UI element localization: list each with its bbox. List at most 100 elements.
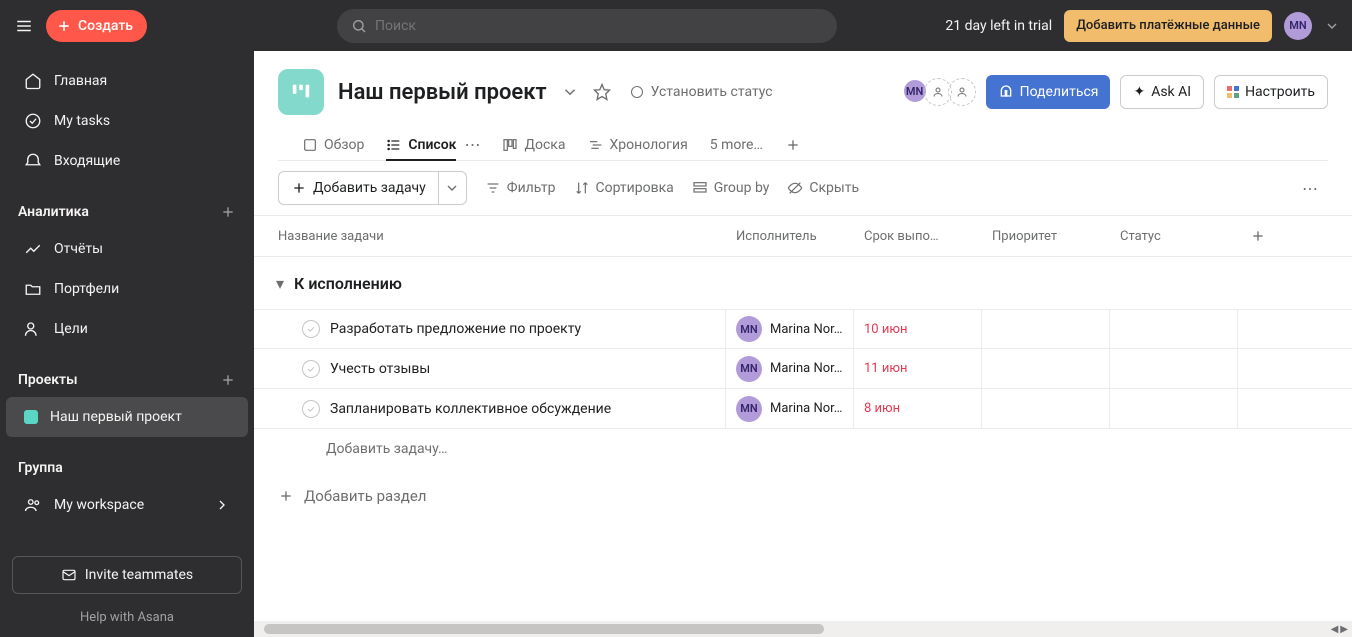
main-content: Наш первый проект Установить статус MN [254,51,1352,637]
add-billing-button[interactable]: Добавить платёжные данные [1064,10,1272,42]
assignee-avatar: MN [736,396,762,422]
group-button[interactable]: Group by [692,180,770,196]
chevron-right-icon [214,497,230,513]
set-status-button[interactable]: Установить статус [631,84,773,100]
hide-label: Скрыть [809,180,859,196]
assignee-name[interactable]: Marina Nor… [770,322,842,337]
plus-icon[interactable] [220,372,236,388]
add-section-button[interactable]: Добавить раздел [254,469,1352,523]
sidebar-item-goals[interactable]: Цели [6,309,248,349]
invite-teammates-button[interactable]: Invite teammates [12,556,242,594]
star-icon[interactable] [593,83,611,101]
menu-icon[interactable] [12,14,36,38]
create-button[interactable]: Создать [46,10,147,42]
tab-board[interactable]: Доска [502,129,565,160]
tab-label: Список [408,137,456,153]
ask-ai-button[interactable]: ✦ Ask AI [1120,75,1204,109]
task-name[interactable]: Запланировать коллективное обсуждение [330,401,611,417]
sidebar-item-label: Главная [54,73,107,89]
caret-down-icon[interactable]: ▾ [276,274,284,293]
tab-label: Обзор [324,137,364,153]
column-header-assignee[interactable]: Исполнитель [726,229,854,244]
horizontal-scrollbar[interactable]: ◀▶ [254,621,1352,637]
customize-button[interactable]: Настроить [1214,75,1328,109]
assignee-name[interactable]: Marina Nor… [770,401,842,416]
share-button[interactable]: Поделиться [986,75,1111,109]
scroll-left-icon[interactable]: ◀ [1331,624,1339,635]
hide-button[interactable]: Скрыть [787,180,859,196]
due-date[interactable]: 8 июн [864,401,900,416]
priority-cell[interactable] [982,310,1110,348]
task-row[interactable]: Разработать предложение по проекту MN Ma… [254,309,1352,349]
assignee-avatar: MN [736,356,762,382]
search-field[interactable] [375,18,823,34]
tab-overview[interactable]: Обзор [302,129,364,160]
section-row[interactable]: ▾ К исполнению [254,257,1352,309]
section-title: К исполнению [294,274,402,293]
user-avatar[interactable]: MN [1284,12,1312,40]
due-date[interactable]: 10 июн [864,322,907,337]
sidebar-item-inbox[interactable]: Входящие [6,141,248,181]
tab-more[interactable]: 5 more… [710,129,763,160]
scrollbar-thumb[interactable] [264,624,824,634]
complete-task-icon[interactable] [302,400,320,418]
sort-label: Сортировка [596,180,674,196]
column-header-due[interactable]: Срок выпо… [854,229,982,244]
status-cell[interactable] [1110,389,1238,428]
help-link[interactable]: Help with Asana [12,610,242,625]
add-task-inline[interactable]: Добавить задачу… [254,429,1352,469]
sidebar-item-portfolios[interactable]: Портфели [6,269,248,309]
priority-cell[interactable] [982,349,1110,388]
chevron-down-icon[interactable] [561,83,579,101]
sidebar-item-label: Наш первый проект [50,409,182,425]
priority-cell[interactable] [982,389,1110,428]
sidebar-item-home[interactable]: Главная [6,61,248,101]
create-label: Создать [78,18,133,34]
add-tab-icon[interactable] [785,137,801,153]
column-header-priority[interactable]: Приоритет [982,229,1110,244]
table-header: Название задачи Исполнитель Срок выпо… П… [254,215,1352,257]
section-header-team[interactable]: Группа [0,451,254,485]
add-column-button[interactable] [1238,228,1278,244]
task-name[interactable]: Разработать предложение по проекту [330,321,581,337]
sort-button[interactable]: Сортировка [574,180,674,196]
tab-timeline[interactable]: Хронология [588,129,688,160]
tab-more-icon[interactable]: ⋯ [464,135,480,154]
project-icon [278,69,324,115]
sidebar-item-workspace[interactable]: My workspace [6,485,248,525]
group-label: Group by [714,180,770,196]
due-date[interactable]: 11 июн [864,361,907,376]
sidebar-item-project[interactable]: Наш первый проект [6,397,248,437]
share-label: Поделиться [1020,84,1099,100]
complete-task-icon[interactable] [302,360,320,378]
status-cell[interactable] [1110,310,1238,348]
filter-button[interactable]: Фильтр [485,180,556,196]
add-section-label: Добавить раздел [304,487,426,505]
add-task-button[interactable]: Добавить задачу [278,171,467,205]
sidebar-item-reports[interactable]: Отчёты [6,229,248,269]
column-header-status[interactable]: Статус [1110,229,1238,244]
task-row[interactable]: Учесть отзывы MN Marina Nor… 11 июн [254,349,1352,389]
tab-list[interactable]: Список [386,129,456,160]
toolbar-more-icon[interactable]: ⋯ [1302,179,1328,198]
assignee-name[interactable]: Marina Nor… [770,361,842,376]
sidebar-item-label: My workspace [54,497,144,513]
status-cell[interactable] [1110,349,1238,388]
task-row[interactable]: Запланировать коллективное обсуждение MN… [254,389,1352,429]
member-stack[interactable]: MN [906,78,976,106]
add-task-dropdown[interactable] [438,172,466,204]
chevron-down-icon[interactable] [1324,18,1340,34]
task-name[interactable]: Учесть отзывы [330,361,430,377]
plus-icon[interactable] [220,204,236,220]
column-header-name[interactable]: Название задачи [254,229,726,244]
status-ring-icon [631,86,643,98]
sidebar-item-mytasks[interactable]: My tasks [6,101,248,141]
section-header-analytics[interactable]: Аналитика [0,195,254,229]
scroll-right-icon[interactable]: ▶ [1340,624,1348,635]
section-title: Аналитика [18,204,89,220]
section-header-projects[interactable]: Проекты [0,363,254,397]
project-title: Наш первый проект [338,80,547,105]
complete-task-icon[interactable] [302,320,320,338]
search-input[interactable] [337,9,837,43]
tabs: Обзор Список ⋯ Доска Хронология 5 more… [278,115,1328,161]
